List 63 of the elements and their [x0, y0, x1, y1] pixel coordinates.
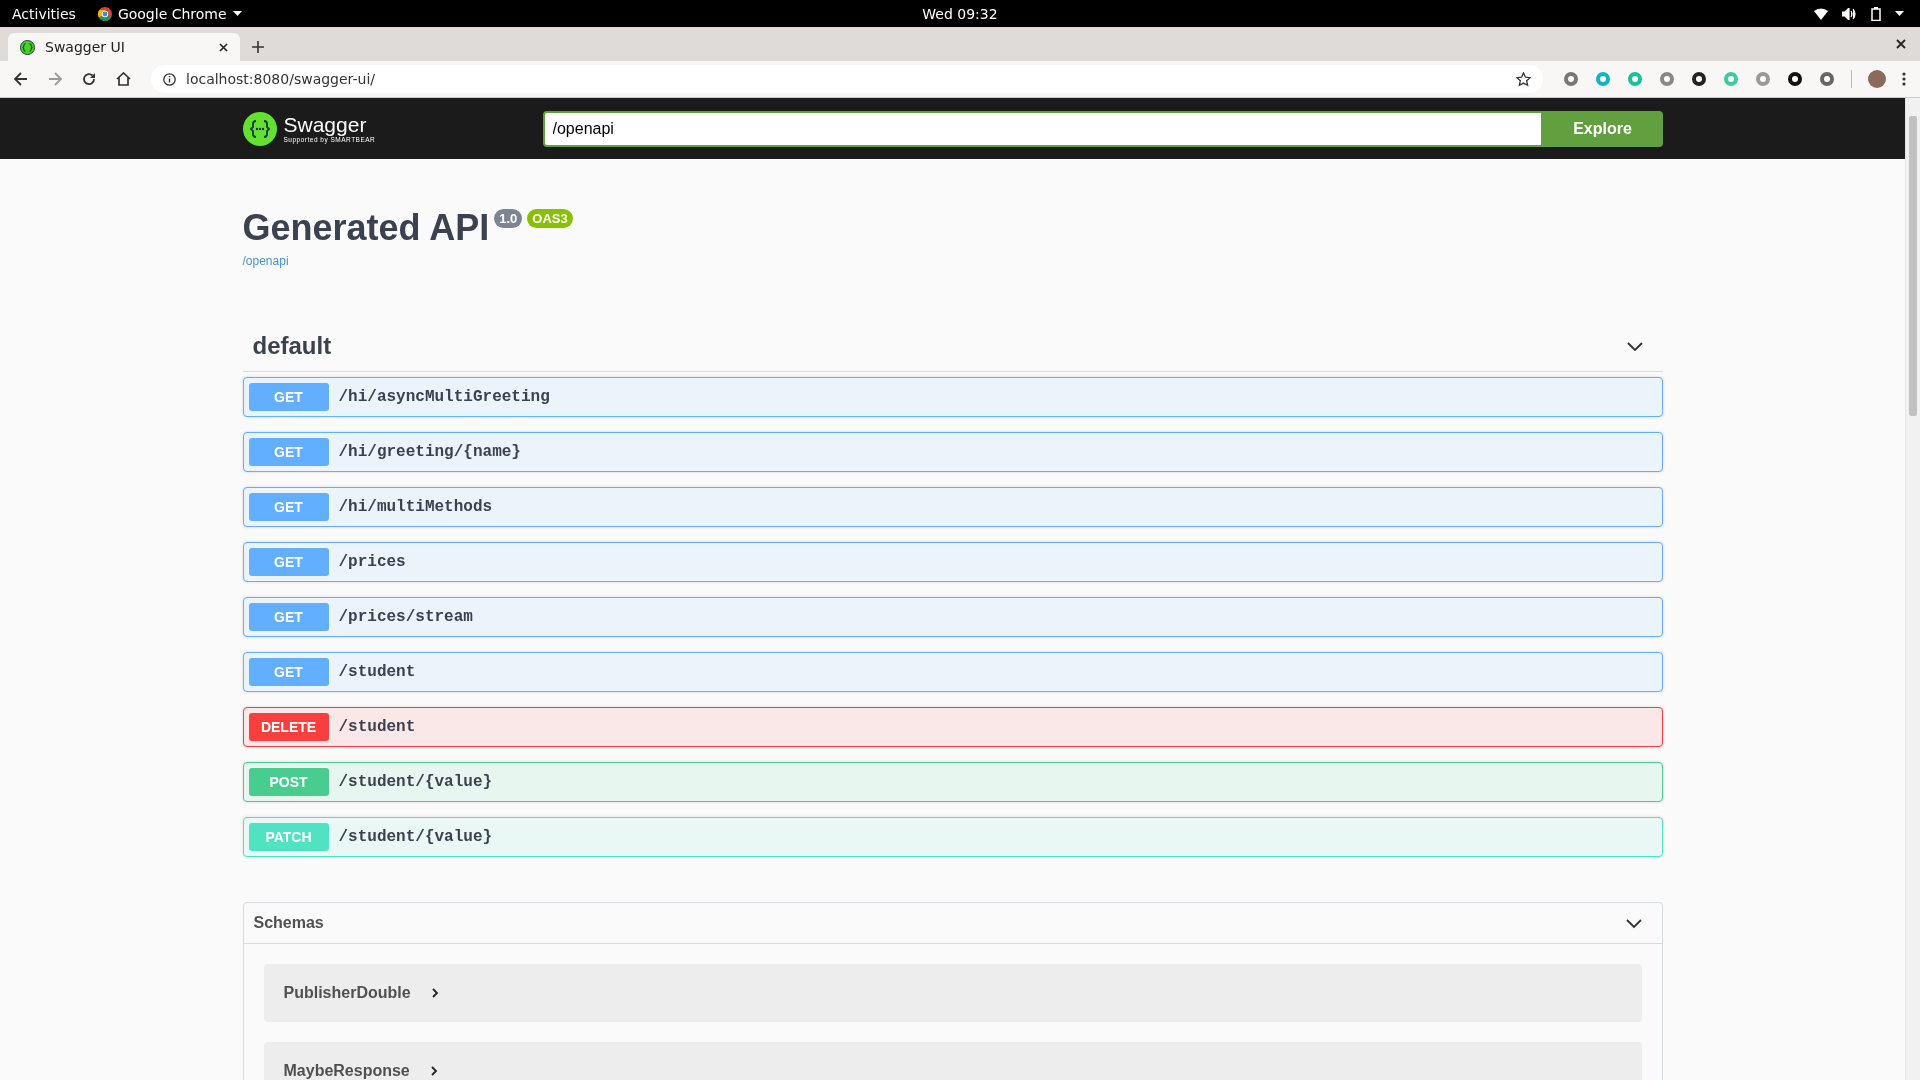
operation-row[interactable]: GET /hi/multiMethods — [242, 487, 1663, 527]
operation-path: /hi/asyncMultiGreeting — [338, 388, 550, 406]
clock[interactable]: Wed 09:32 — [922, 5, 998, 22]
api-title: Generated API — [242, 206, 490, 250]
browser-tab[interactable]: Swagger UI — [8, 33, 240, 61]
swagger-logo-text: Swagger — [283, 114, 367, 136]
operation-row[interactable]: POST /student/{value} — [242, 762, 1663, 802]
back-arrow-icon[interactable] — [14, 72, 28, 86]
method-badge: GET — [248, 548, 329, 576]
swagger-favicon-icon — [20, 39, 35, 55]
address-bar[interactable]: localhost:8080/swagger-ui/ — [151, 65, 1543, 93]
operation-path: /hi/greeting/{name} — [338, 443, 521, 461]
method-badge: DELETE — [248, 713, 329, 741]
operation-row[interactable]: GET /student — [242, 652, 1663, 692]
section-header[interactable]: default — [242, 321, 1663, 372]
method-badge: POST — [248, 768, 329, 796]
operation-path: /prices — [338, 553, 406, 571]
spec-url-field[interactable]: /openapi — [542, 110, 1543, 147]
operation-path: /student — [338, 663, 416, 681]
operation-path: /student — [338, 718, 416, 736]
bookmark-star-icon[interactable] — [1516, 71, 1531, 87]
operation-row[interactable]: GET /prices/stream — [242, 597, 1663, 637]
close-window-icon[interactable] — [1896, 39, 1906, 49]
operation-path: /student/{value} — [338, 773, 493, 791]
profile-avatar[interactable] — [1868, 70, 1886, 88]
wifi-icon[interactable] — [1814, 7, 1828, 20]
method-badge: GET — [248, 493, 329, 521]
new-tab-icon[interactable] — [252, 41, 264, 53]
scrollbar[interactable] — [1905, 98, 1920, 1080]
chrome-logo-icon — [97, 6, 112, 21]
operation-path: /student/{value} — [338, 828, 493, 846]
battery-icon[interactable] — [1871, 6, 1881, 21]
volume-icon[interactable] — [1842, 7, 1857, 20]
method-badge: GET — [248, 383, 329, 411]
home-icon[interactable] — [116, 72, 131, 86]
extension-icon[interactable] — [1787, 71, 1803, 87]
dropdown-caret-icon — [232, 11, 242, 16]
operation-row[interactable]: GET /prices — [242, 542, 1663, 582]
operation-row[interactable]: GET /hi/greeting/{name} — [242, 432, 1663, 472]
spec-badge: OAS3 — [527, 209, 573, 228]
operation-path: /prices/stream — [338, 608, 473, 626]
activities-button[interactable]: Activities — [12, 5, 76, 22]
version-badge: 1.0 — [494, 209, 523, 228]
schema-item[interactable]: PublisherDouble — [263, 964, 1642, 1022]
menu-icon[interactable] — [1902, 72, 1906, 86]
operation-row[interactable]: DELETE /student — [242, 707, 1663, 747]
method-badge: GET — [248, 438, 329, 466]
method-badge: GET — [248, 658, 329, 686]
swagger-logo-icon — [242, 111, 277, 146]
method-badge: PATCH — [248, 823, 329, 851]
info-icon — [163, 72, 176, 86]
schema-item[interactable]: MaybeResponse — [263, 1042, 1642, 1080]
method-badge: GET — [248, 603, 329, 631]
operation-path: /hi/multiMethods — [338, 498, 493, 516]
operation-row[interactable]: GET /hi/asyncMultiGreeting — [242, 377, 1663, 417]
extension-icon[interactable] — [1691, 71, 1707, 87]
dropdown-caret-icon[interactable] — [1895, 11, 1904, 16]
close-tab-icon[interactable] — [219, 42, 228, 52]
reload-icon[interactable] — [82, 72, 96, 86]
app-menu-label[interactable]: Google Chrome — [117, 5, 227, 22]
schemas-header[interactable]: Schemas — [243, 903, 1662, 944]
forward-arrow-icon[interactable] — [48, 72, 62, 86]
operation-row[interactable]: PATCH /student/{value} — [242, 817, 1663, 857]
